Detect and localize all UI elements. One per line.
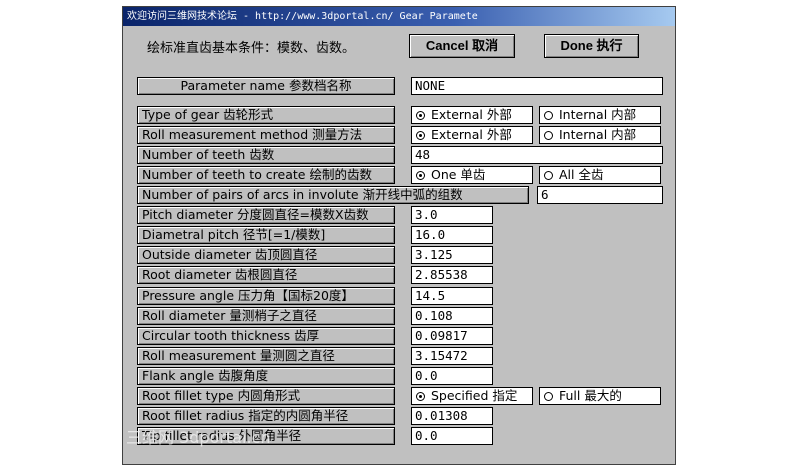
radio-label: One 单齿 <box>431 167 486 182</box>
root-diameter-label: Root diameter 齿根圆直径 <box>137 266 395 284</box>
fillet-full-radio[interactable]: Full 最大的 <box>539 387 661 405</box>
number-of-teeth-field[interactable]: 48 <box>411 146 663 164</box>
create-all-radio[interactable]: All 全齿 <box>539 166 661 184</box>
tip-fillet-radius-field[interactable]: 0.0 <box>411 427 493 445</box>
create-one-radio[interactable]: One 单齿 <box>411 166 533 184</box>
radio-unselected-icon <box>544 171 553 180</box>
arc-pairs-field[interactable]: 6 <box>537 186 663 204</box>
type-internal-radio[interactable]: Internal 内部 <box>539 106 661 124</box>
radio-unselected-icon <box>544 392 553 401</box>
roll-internal-radio[interactable]: Internal 内部 <box>539 126 661 144</box>
parameter-name-label: Parameter name 参数档名称 <box>137 77 395 95</box>
radio-label: Internal 内部 <box>559 107 637 122</box>
radio-selected-icon <box>416 171 425 180</box>
roll-diameter-field[interactable]: 0.108 <box>411 307 493 325</box>
done-button[interactable]: Done 执行 <box>544 34 639 58</box>
radio-selected-icon <box>416 131 425 140</box>
root-diameter-field[interactable]: 2.85538 <box>411 266 493 284</box>
root-fillet-radius-field[interactable]: 0.01308 <box>411 407 493 425</box>
roll-method-label: Roll measurement method 测量方法 <box>137 126 395 144</box>
radio-label: All 全齿 <box>559 167 604 182</box>
radio-label: External 外部 <box>431 127 512 142</box>
radio-unselected-icon <box>544 111 553 120</box>
flank-angle-field[interactable]: 0.0 <box>411 367 493 385</box>
radio-selected-icon <box>416 111 425 120</box>
roll-diameter-label: Roll diameter 量测梢子之直径 <box>137 307 395 325</box>
pressure-angle-label: Pressure angle 压力角【国标20度】 <box>137 287 395 305</box>
root-fillet-radius-label: Root fillet radius 指定的内圆角半径 <box>137 407 395 425</box>
diametral-pitch-label: Diametral pitch 径节[=1/模数] <box>137 226 395 244</box>
diametral-pitch-field[interactable]: 16.0 <box>411 226 493 244</box>
outside-diameter-field[interactable]: 3.125 <box>411 246 493 264</box>
radio-selected-icon <box>416 392 425 401</box>
gear-parameter-window: 欢迎访问三维网技术论坛 - http://www.3dportal.cn/ Ge… <box>122 6 676 465</box>
flank-angle-label: Flank angle 齿腹角度 <box>137 367 395 385</box>
circular-tooth-thickness-field[interactable]: 0.09817 <box>411 327 493 345</box>
radio-label: External 外部 <box>431 107 512 122</box>
pitch-diameter-label: Pitch diameter 分度圆直径=模数X齿数 <box>137 206 395 224</box>
teeth-to-create-label: Number of teeth to create 绘制的齿数 <box>137 166 395 184</box>
radio-unselected-icon <box>544 131 553 140</box>
instruction-text: 绘标准直齿基本条件：模数、齿数。 <box>147 41 356 56</box>
root-fillet-type-label: Root fillet type 内圆角形式 <box>137 387 395 405</box>
roll-measurement-field[interactable]: 3.15472 <box>411 347 493 365</box>
window-title: 欢迎访问三维网技术论坛 - http://www.3dportal.cn/ Ge… <box>123 7 675 26</box>
type-of-gear-label: Type of gear 齿轮形式 <box>137 106 395 124</box>
circular-tooth-thickness-label: Circular tooth thickness 齿厚 <box>137 327 395 345</box>
cancel-button[interactable]: Cancel 取消 <box>409 34 515 58</box>
outside-diameter-label: Outside diameter 齿顶圆直径 <box>137 246 395 264</box>
number-of-teeth-label: Number of teeth 齿数 <box>137 146 395 164</box>
parameter-name-field[interactable]: NONE <box>411 77 663 95</box>
roll-measurement-label: Roll measurement 量测圆之直径 <box>137 347 395 365</box>
type-external-radio[interactable]: External 外部 <box>411 106 533 124</box>
pressure-angle-field[interactable]: 14.5 <box>411 287 493 305</box>
radio-label: Full 最大的 <box>559 388 622 403</box>
radio-label: Internal 内部 <box>559 127 637 142</box>
fillet-specified-radio[interactable]: Specified 指定 <box>411 387 533 405</box>
watermark: 三维网 3dportal.cn <box>126 428 271 447</box>
arc-pairs-label: Number of pairs of arcs in involute 渐开线中… <box>137 186 529 204</box>
radio-label: Specified 指定 <box>431 388 518 403</box>
pitch-diameter-field[interactable]: 3.0 <box>411 206 493 224</box>
roll-external-radio[interactable]: External 外部 <box>411 126 533 144</box>
